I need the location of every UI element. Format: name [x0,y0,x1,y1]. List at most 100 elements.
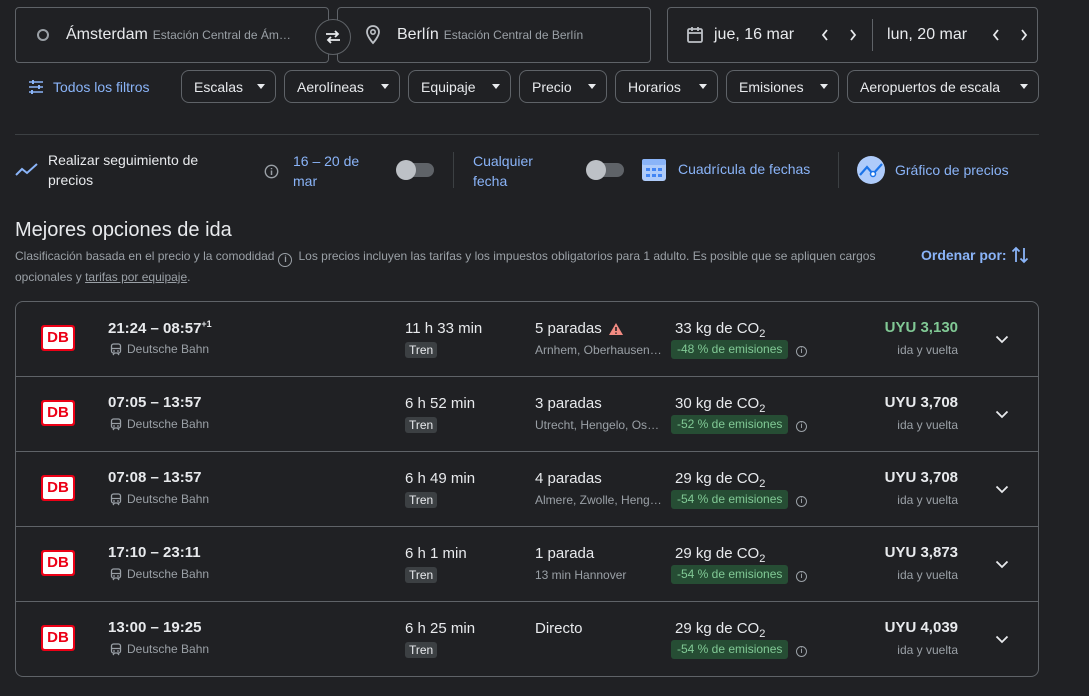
destination-city: Berlín [397,26,439,43]
filter-chip-equipaje[interactable]: Equipaje [408,70,511,103]
co2-value: 33 kg de CO [675,320,760,337]
destination-field[interactable]: Berlín Estación Central de Berlín [337,7,651,63]
price: UYU 3,708 [884,469,958,486]
date-grid-button[interactable]: Cuadrícula de fechas [640,155,810,183]
track-range-label: 16 – 20 de mar [293,153,360,189]
stops: 4 paradas [535,470,602,487]
info-icon[interactable]: i [278,253,293,267]
date-divider [872,19,874,51]
stops-count: 1 parada [535,545,595,562]
stops-detail: 13 min Hannover [535,568,627,582]
divider [453,152,454,188]
price-graph-icon [856,155,886,185]
carrier: Deutsche Bahn [110,492,209,506]
co2-emissions: 29 kg de CO2 [675,545,765,565]
chip-label: Aerolíneas [297,78,364,95]
result-row[interactable]: DB 07:08 – 13:57 Deutsche Bahn 6 h 49 mi… [16,452,1038,527]
times-text: 13:00 – 19:25 [108,619,202,636]
filter-chip-escalas[interactable]: Escalas [181,70,276,103]
result-row[interactable]: DB 13:00 – 19:25 Deutsche Bahn 6 h 25 mi… [16,602,1038,676]
track-range-toggle[interactable] [396,160,434,180]
emissions-badge: -48 % de emisiones [671,340,789,359]
co2-value: 29 kg de CO [675,470,760,487]
stops-count: 4 paradas [535,470,602,487]
info-icon[interactable]: i [796,646,807,657]
chip-label: Horarios [628,78,681,95]
logo-text: DB [43,552,73,574]
co2-subscript: 2 [759,553,766,565]
co2-value: 29 kg de CO [675,545,760,562]
carrier-name: Deutsche Bahn [127,567,210,581]
return-date[interactable]: lun, 20 mar [887,26,967,44]
price: UYU 4,039 [884,619,958,636]
sort-arrows-icon [1011,245,1029,265]
transport-mode-badge: Tren [405,642,438,658]
sort-button[interactable]: Ordenar por: [921,245,1029,265]
price-graph-label: Gráfico de precios [895,162,1009,178]
carrier-name: Deutsche Bahn [127,417,210,431]
filter-chip-aeropuertos[interactable]: Aeropuertos de escala [847,70,1039,103]
expand-chevron-icon[interactable] [991,478,1013,500]
transport-mode-badge: Tren [405,417,438,433]
stops-count: Directo [535,620,583,637]
origin-field[interactable]: Ámsterdam Estación Central de Ám… [15,7,329,63]
stops-detail: Arnhem, Oberhausen,… [535,343,665,357]
return-prev-chevron-icon[interactable] [985,24,1007,46]
result-row[interactable]: DB 21:24 – 08:57+1 Deutsche Bahn 11 h 33… [16,302,1038,377]
result-row[interactable]: DB 17:10 – 23:11 Deutsche Bahn 6 h 1 min… [16,527,1038,602]
return-next-chevron-icon[interactable] [1013,24,1035,46]
duration: 6 h 25 min [405,620,476,637]
chip-label: Precio [532,78,572,95]
expand-chevron-icon[interactable] [991,628,1013,650]
chip-label: Emisiones [739,78,804,95]
expand-chevron-icon[interactable] [991,403,1013,425]
swap-arrows-icon [323,27,343,47]
transport-mode-badge: Tren [405,567,438,583]
co2-subscript: 2 [759,478,766,490]
depart-prev-chevron-icon[interactable] [814,24,836,46]
carrier: Deutsche Bahn [110,417,209,431]
info-icon[interactable]: i [796,571,807,582]
price-graph-button[interactable]: Gráfico de precios [856,155,1009,185]
expand-chevron-icon[interactable] [991,328,1013,350]
result-row[interactable]: DB 07:05 – 13:57 Deutsche Bahn 6 h 52 mi… [16,377,1038,452]
price: UYU 3,873 [884,544,958,561]
divider [15,134,1039,135]
co2-subscript: 2 [759,328,766,340]
expand-chevron-icon[interactable] [991,553,1013,575]
filter-chip-precio[interactable]: Precio [519,70,607,103]
filter-chip-emisiones[interactable]: Emisiones [726,70,839,103]
info-icon[interactable]: i [796,496,807,507]
swap-button[interactable] [315,19,351,55]
logo-text: DB [43,327,73,349]
emissions-badge: -54 % de emisiones [671,490,789,509]
any-date-label: Cualquier fecha [473,153,533,189]
stops-detail: Almere, Zwolle, Heng… [535,493,662,507]
co2-emissions: 33 kg de CO2 [675,320,765,340]
baggage-fees-link[interactable]: tarifas por equipaje [85,270,187,284]
co2-value: 30 kg de CO [675,395,760,412]
stops: 1 parada [535,545,594,562]
price: UYU 3,708 [884,394,958,411]
stops: 3 paradas [535,395,602,412]
filter-chip-horarios[interactable]: Horarios [615,70,718,103]
info-icon[interactable]: i [796,421,807,432]
any-date-toggle[interactable] [586,160,624,180]
trend-line-icon [15,162,39,178]
depart-date[interactable]: jue, 16 mar [714,26,794,44]
logo-text: DB [43,627,73,649]
info-icon[interactable] [264,164,279,179]
ranking-note: Clasificación basada en el precio y la c… [15,249,275,263]
period: . [187,270,191,284]
price-type: ida y vuelta [897,493,958,507]
departure-arrival-times: 21:24 – 08:57+1 [108,319,212,337]
co2-subscript: 2 [759,628,766,640]
filter-chip-aerolineas[interactable]: Aerolíneas [284,70,400,103]
emissions-badge: -54 % de emisiones [671,640,789,659]
duration: 11 h 33 min [405,320,483,337]
dates-field: jue, 16 mar lun, 20 mar [667,7,1038,63]
all-filters-button[interactable]: Todos los filtros [27,74,149,100]
info-icon[interactable]: i [796,346,807,357]
stops: 5 paradas [535,320,624,337]
depart-next-chevron-icon[interactable] [842,24,864,46]
